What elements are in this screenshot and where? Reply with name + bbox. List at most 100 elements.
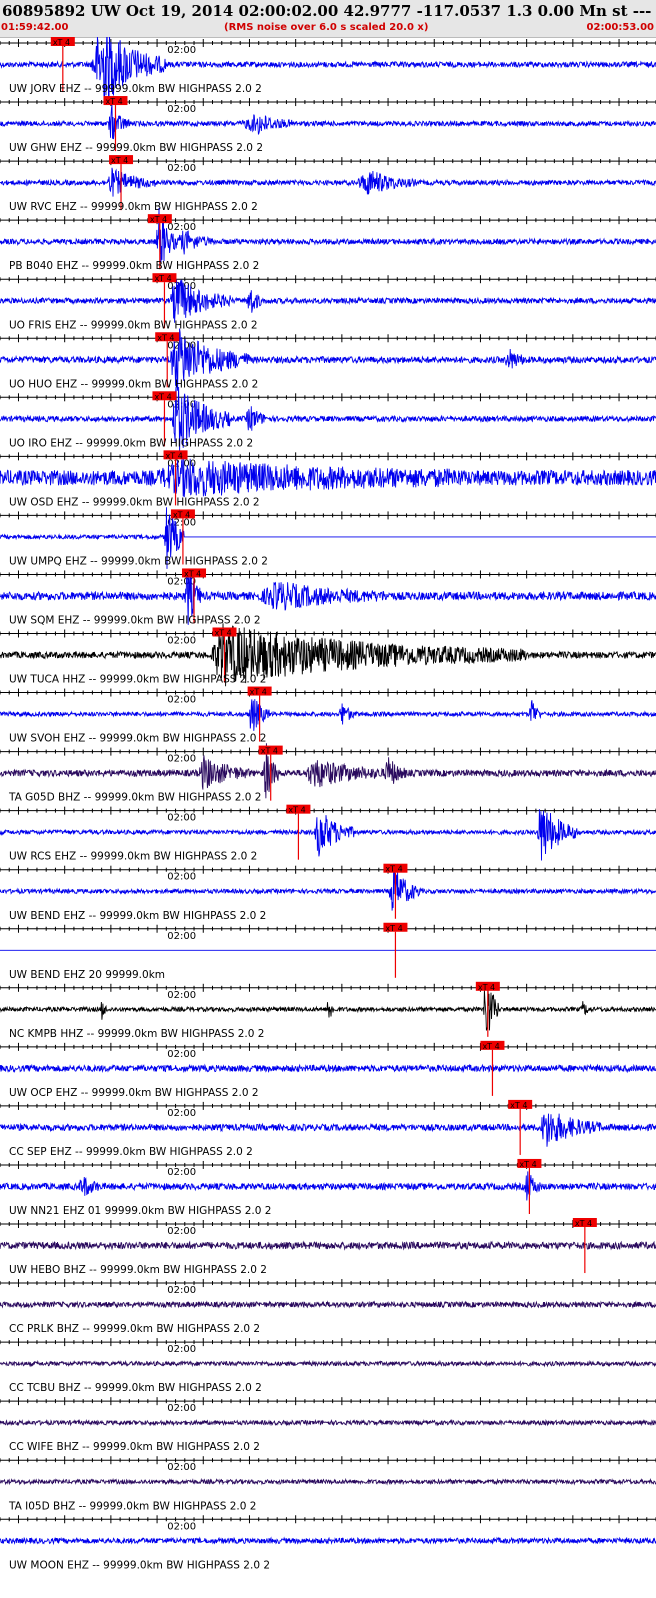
pick-label: xT 4: [288, 806, 305, 815]
waveform: [0, 1113, 656, 1147]
pick-label: xT 4: [482, 1042, 499, 1051]
waveform: [0, 279, 656, 323]
event-title: 60895892 UW Oct 19, 2014 02:00:02.00 42.…: [2, 2, 656, 20]
trace-row: 02:00 xT 4 UW OCP EHZ -- 99999.0km BW HIGH…: [0, 1040, 656, 1099]
trace-row: 02:00 xT 4 UW BEND EHZ 20 99999.0km: [0, 922, 656, 981]
pick-label: xT 4: [150, 215, 167, 224]
waveform: [0, 167, 656, 197]
pick-label: xT 4: [173, 510, 190, 519]
seismogram-traces: 02:00xT 4UW JORV EHZ -- 99999.0km BW HIG…: [0, 37, 656, 1571]
station-label: TA G05D BHZ -- 99999.0km BW HIGHPASS 2.0…: [8, 792, 261, 804]
pick-label: xT 4: [157, 333, 174, 342]
minute-label: 02:00: [167, 1049, 196, 1060]
waveform: [0, 457, 656, 498]
minute-label: 02:00: [167, 222, 196, 233]
trace-row: 02:00 xT 4 UW NN21 EHZ 01 99999.0km BW HIG…: [0, 1158, 656, 1217]
minute-label: 02:00: [167, 813, 196, 824]
minute-label: 02:00: [167, 872, 196, 883]
minute-label: 02:00: [167, 1462, 196, 1473]
station-label: CC TCBU BHZ -- 99999.0km BW HIGHPASS 2.0…: [9, 1382, 262, 1394]
station-label: UW BEND EHZ 20 99999.0km: [9, 969, 165, 981]
waveform: [0, 983, 656, 1031]
trace-row: 02:00 TA I05D BHZ -- 99999.0km BW HIGHPAS…: [0, 1456, 656, 1512]
trace-row: 02:00xT 4UW SQM EHZ -- 99999.0km BW HIGH…: [0, 568, 656, 627]
waveform: [0, 1063, 656, 1074]
pick-label: xT 4: [510, 1101, 527, 1110]
pick-label: xT 4: [385, 924, 402, 933]
waveform: [0, 1477, 656, 1486]
station-label: UO IRO EHZ -- 99999.0km BW HIGHPASS 2.0 …: [9, 437, 253, 449]
minute-label: 02:00: [167, 931, 196, 942]
minute-label: 02:00: [167, 636, 196, 647]
trace-row: 02:00 xT 4 UW RVC EHZ -- 99999.0km BW HIGH…: [0, 155, 656, 213]
minute-label: 02:00: [167, 1226, 196, 1237]
station-label: UW OCP EHZ -- 99999.0km BW HIGHPASS 2.0 …: [9, 1087, 259, 1099]
waveform: [0, 1359, 656, 1368]
trace-row: 02:00xT 4UO HUO EHZ -- 99999.0km BW HIGH…: [0, 328, 656, 391]
station-label: UO FRIS EHZ -- 99999.0km BW HIGHPASS 2.0…: [9, 319, 258, 331]
station-label: NC KMPB HHZ -- 99999.0km BW HIGHPASS 2.0…: [9, 1028, 264, 1040]
station-label: UW RCS EHZ -- 99999.0km BW HIGHPASS 2.0 …: [9, 851, 257, 863]
trace-row: 02:00xT 4UO FRIS EHZ -- 99999.0km BW HIG…: [0, 273, 656, 331]
pick-label: xT 4: [385, 865, 402, 874]
event-header: 60895892 UW Oct 19, 2014 02:00:02.00 42.…: [0, 0, 656, 38]
trace-row: 02:00xT 4UW OSD EHZ -- 99999.0km BW HIGH…: [0, 450, 656, 508]
waveform: [0, 1300, 656, 1309]
trace-row: 02:00 xT 4 NC KMPB HHZ -- 99999.0km BW HIG…: [0, 981, 656, 1040]
rms-note: (RMS noise over 6.0 s scaled 20.0 x): [224, 22, 429, 33]
station-label: CC PRLK BHZ -- 99999.0km BW HIGHPASS 2.0…: [9, 1323, 260, 1335]
trace-row: 02:00 xT 4 UW BEND EHZ -- 99999.0km BW HIG…: [0, 863, 656, 922]
minute-label: 02:00: [167, 1285, 196, 1296]
minute-label: 02:00: [167, 1167, 196, 1178]
pick-label: xT 4: [53, 38, 70, 47]
pick-label: xT 4: [111, 156, 128, 165]
station-label: UW SVOH EHZ -- 99999.0km BW HIGHPASS 2.0…: [9, 733, 266, 745]
trace-row: 02:00 xT 4 UW TUCA HHZ -- 99999.0km BW HIG…: [0, 623, 656, 687]
trace-row: 02:00 xT 4 UW GHW EHZ -- 99999.0km BW HIGH…: [0, 96, 656, 154]
pick-label: xT 4: [215, 629, 232, 638]
waveform: [0, 699, 656, 731]
pick-label: xT 4: [154, 392, 171, 401]
pick-label: xT 4: [250, 688, 267, 697]
waveform: [0, 207, 656, 263]
minute-label: 02:00: [167, 104, 196, 115]
station-label: UW OSD EHZ -- 99999.0km BW HIGHPASS 2.0 …: [9, 496, 260, 508]
minute-label: 02:00: [167, 990, 196, 1001]
trace-row: 02:00xT 4 PB B040 EHZ -- 99999.0km BW HIG…: [0, 207, 656, 272]
pick-label: xT 4: [261, 747, 278, 756]
pick-label: xT 4: [478, 983, 495, 992]
pick-label: xT 4: [166, 451, 183, 460]
waveform: [0, 1536, 656, 1546]
minute-label: 02:00: [167, 1108, 196, 1119]
trace-row: 02:00 xT 4 UW JORV EHZ -- 99999.0km BW HIG…: [0, 37, 656, 103]
trace-row: 02:00 CC WIFE BHZ -- 99999.0km BW HIGHPAS…: [0, 1397, 656, 1453]
time-window-row: 01:59:42.00 (RMS noise over 6.0 s scaled…: [0, 22, 656, 36]
trace-row: 02:00 UW MOON EHZ -- 99999.0km BW HIGHPAS…: [0, 1515, 656, 1571]
trace-row: 02:00 xT 4 UW SVOH EHZ -- 99999.0km BW HIG…: [0, 686, 656, 745]
station-label: PB B040 EHZ -- 99999.0km BW HIGHPASS 2.0…: [9, 260, 259, 272]
station-label: CC WIFE BHZ -- 99999.0km BW HIGHPASS 2.0…: [9, 1441, 260, 1453]
minute-label: 02:00: [167, 695, 196, 706]
station-label: UW MOON EHZ -- 99999.0km BW HIGHPASS 2.0…: [9, 1559, 270, 1571]
station-label: UW GHW EHZ -- 99999.0km BW HIGHPASS 2.0 …: [9, 142, 263, 154]
minute-label: 02:00: [167, 754, 196, 765]
minute-label: 02:00: [167, 1403, 196, 1414]
station-label: UW BEND EHZ -- 99999.0km BW HIGHPASS 2.0…: [9, 910, 266, 922]
station-label: UW JORV EHZ -- 99999.0km BW HIGHPASS 2.0…: [9, 83, 262, 95]
waveform: [0, 1240, 656, 1251]
waveform: [0, 104, 656, 140]
trace-row: 02:00 xT 4 TA G05D BHZ -- 99999.0km BW HIG…: [0, 743, 656, 804]
pick-label: xT 4: [575, 1219, 592, 1228]
pick-label: xT 4: [154, 274, 171, 283]
station-label: TA I05D BHZ -- 99999.0km BW HIGHPASS 2.0…: [8, 1500, 256, 1512]
waveform: [0, 866, 656, 911]
trace-row: 02:00xT 4UW UMPQ EHZ -- 99999.0km BW HIG…: [0, 507, 656, 569]
waveform: [0, 1171, 656, 1201]
trace-row: 02:00 xT 4 CC SEP EHZ -- 99999.0km BW HIGH…: [0, 1099, 656, 1158]
station-label: UW UMPQ EHZ -- 99999.0km BW HIGHPASS 2.0…: [9, 555, 268, 567]
station-label: UW RVC EHZ -- 99999.0km BW HIGHPASS 2.0 …: [9, 201, 258, 213]
trace-row: 02:00 CC PRLK BHZ -- 99999.0km BW HIGHPAS…: [0, 1279, 656, 1335]
station-label: CC SEP EHZ -- 99999.0km BW HIGHPASS 2.0 …: [9, 1146, 253, 1158]
minute-label: 02:00: [167, 45, 196, 56]
trace-row: 02:00xT 4UO IRO EHZ -- 99999.0km BW HIGH…: [0, 386, 656, 454]
